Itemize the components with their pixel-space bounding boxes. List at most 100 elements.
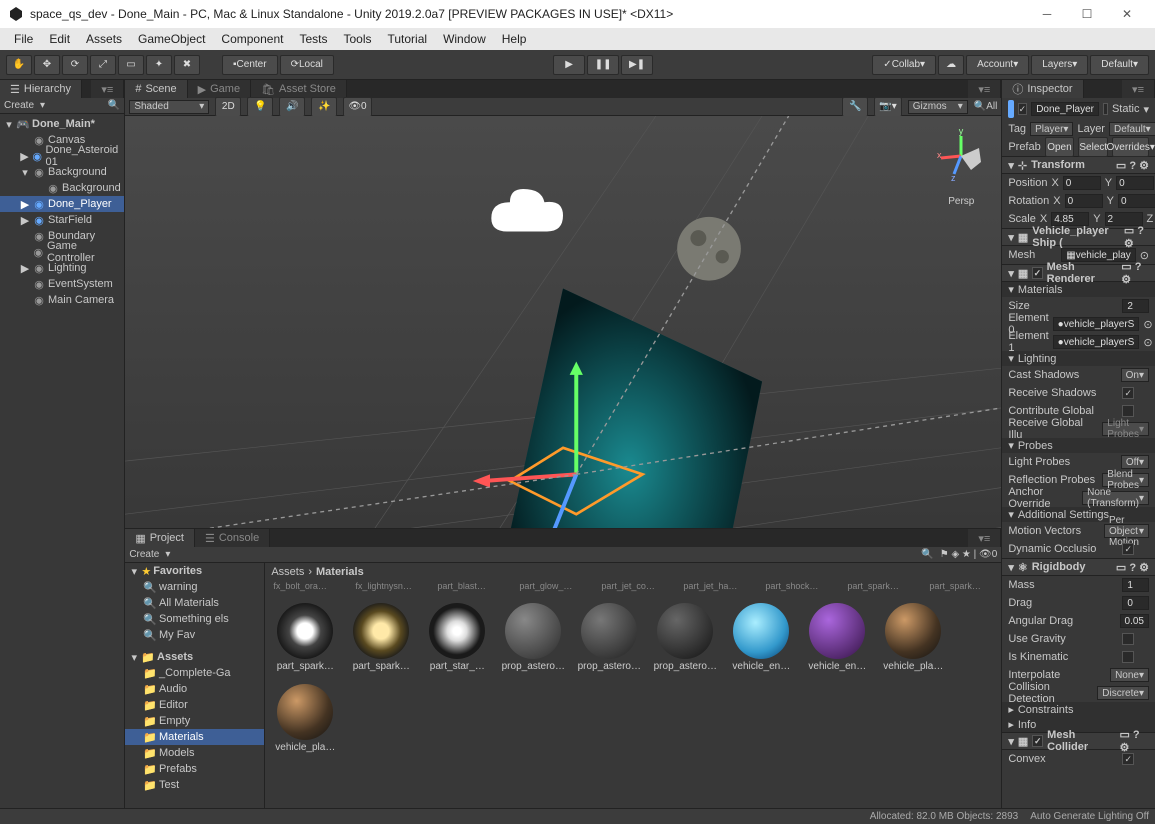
pos-y[interactable] — [1116, 176, 1154, 190]
folder-item[interactable]: 📁Prefabs — [125, 761, 264, 777]
asset-thumb[interactable]: prop_astero… — [653, 603, 717, 672]
scene-visibility-icon[interactable]: 👁0 — [343, 97, 371, 117]
asset-thumb[interactable]: prop_astero… — [501, 603, 565, 672]
scale-x[interactable] — [1051, 212, 1089, 226]
rotate-tool[interactable]: ⟳ — [62, 55, 88, 75]
menu-component[interactable]: Component — [213, 30, 291, 48]
transform-tool[interactable]: ✦ — [146, 55, 172, 75]
hierarchy-item[interactable]: ▶◉Done_Player — [0, 196, 124, 212]
hierarchy-item[interactable]: ◉Game Controller — [0, 244, 124, 260]
pivot-local-toggle[interactable]: ⟳ Local — [280, 55, 334, 75]
asset-thumb[interactable]: prop_astero… — [577, 603, 641, 672]
folder-item[interactable]: 📁_Complete-Ga — [125, 665, 264, 681]
rect-tool[interactable]: ▭ — [118, 55, 144, 75]
shading-mode[interactable]: Shaded▾ — [129, 100, 209, 114]
sec-lighting[interactable]: ▾Lighting — [1002, 351, 1155, 366]
favorite-item[interactable]: 🔍My Fav — [125, 627, 264, 643]
custom-tool[interactable]: ✖ — [174, 55, 200, 75]
project-search-icon[interactable]: 🔍 — [921, 549, 933, 560]
cloud-button[interactable]: ☁ — [938, 55, 964, 75]
inspector-tab[interactable]: ⓘ Inspector — [1002, 80, 1083, 98]
light-probes[interactable]: Off▾ — [1121, 455, 1149, 469]
hierarchy-item[interactable]: ◉EventSystem — [0, 276, 124, 292]
contribute-global[interactable] — [1122, 405, 1134, 417]
project-create[interactable]: Create — [129, 549, 159, 560]
layer-dropdown[interactable]: Default▾ — [1109, 122, 1155, 136]
receive-shadows[interactable]: ✓ — [1122, 387, 1134, 399]
scale-tool[interactable]: ⤢ — [90, 55, 116, 75]
angular-drag-field[interactable]: 0.05 — [1120, 614, 1149, 628]
menu-help[interactable]: Help — [494, 30, 535, 48]
asset-thumb[interactable]: part_spark… — [273, 603, 337, 672]
scene-camera-icon[interactable]: 📷▾ — [874, 97, 901, 117]
hierarchy-item[interactable]: ◉Background — [0, 180, 124, 196]
maximize-button[interactable]: ☐ — [1067, 0, 1107, 28]
asset-store-tab[interactable]: 🛍 Asset Store — [251, 80, 347, 98]
menu-assets[interactable]: Assets — [78, 30, 130, 48]
bc-materials[interactable]: Materials — [316, 566, 364, 578]
scene-audio-icon[interactable]: 🔊 — [279, 97, 305, 117]
menu-window[interactable]: Window — [435, 30, 494, 48]
hierarchy-root[interactable]: ▾🎮Done_Main* — [0, 116, 124, 132]
prefab-overrides[interactable]: Overrides ▾ — [1112, 137, 1149, 157]
dynamic-occlusion[interactable]: ✓ — [1122, 543, 1134, 555]
account-dropdown[interactable]: Account ▾ — [966, 55, 1029, 75]
asset-thumb[interactable]: part_star_… — [425, 603, 489, 672]
close-button[interactable]: ✕ — [1107, 0, 1147, 28]
meshcollider-header[interactable]: ▾▦✓Mesh Collider▭ ? ⚙ — [1002, 732, 1155, 750]
bc-assets[interactable]: Assets — [271, 566, 304, 578]
project-tab[interactable]: ▦ Project — [125, 529, 195, 547]
component-menu-icon[interactable]: ▭ ? ⚙ — [1116, 159, 1149, 172]
mass-field[interactable]: 1 — [1122, 578, 1149, 592]
meshfilter-header[interactable]: ▾▦Vehicle_player Ship (▭ ? ⚙ — [1002, 228, 1155, 246]
scene-search[interactable]: 🔍All — [974, 101, 998, 112]
drag-field[interactable]: 0 — [1122, 596, 1149, 610]
hierarchy-item[interactable]: ▾◉Background — [0, 164, 124, 180]
panel-menu[interactable]: ▾≡ — [968, 80, 1001, 98]
scene-lighting-icon[interactable]: 💡 — [247, 97, 273, 117]
element-1[interactable]: ● vehicle_playerS — [1053, 335, 1140, 349]
rot-y[interactable] — [1118, 194, 1155, 208]
favorites-header[interactable]: ▾★Favorites — [125, 563, 264, 579]
favorite-item[interactable]: 🔍Something els — [125, 611, 264, 627]
convex[interactable]: ✓ — [1122, 753, 1134, 765]
scene-viewport[interactable]: yxz Persp — [125, 116, 1001, 528]
menu-file[interactable]: File — [6, 30, 41, 48]
layout-dropdown[interactable]: Default ▾ — [1090, 55, 1149, 75]
minimize-button[interactable]: ─ — [1027, 0, 1067, 28]
game-tab[interactable]: ▶ Game — [188, 80, 251, 98]
asset-thumb[interactable]: vehicle_en… — [729, 603, 793, 672]
folder-item[interactable]: 📁Test — [125, 777, 264, 793]
asset-thumb[interactable]: vehicle_pla… — [273, 684, 337, 753]
asset-thumb[interactable]: part_spark… — [349, 603, 413, 672]
menu-edit[interactable]: Edit — [41, 30, 78, 48]
hierarchy-tab[interactable]: ☰ Hierarchy — [0, 80, 82, 98]
console-tab[interactable]: ☰ Console — [195, 529, 270, 547]
folder-item[interactable]: 📁Audio — [125, 681, 264, 697]
active-checkbox[interactable]: ✓ — [1018, 103, 1028, 115]
favorite-item[interactable]: 🔍warning — [125, 579, 264, 595]
hierarchy-item[interactable]: ▶◉Done_Asteroid 01 — [0, 148, 124, 164]
folder-item[interactable]: 📁Materials — [125, 729, 264, 745]
panel-menu[interactable]: ▾≡ — [968, 529, 1001, 547]
scene-tab[interactable]: # Scene — [125, 80, 187, 98]
panel-menu[interactable]: ▾≡ — [91, 80, 124, 98]
hierarchy-search-icon[interactable]: 🔍 — [108, 100, 120, 111]
reflection-probes[interactable]: Blend Probes▾ — [1102, 473, 1149, 487]
orientation-gizmo[interactable]: yxz Persp — [931, 126, 991, 196]
menu-gameobject[interactable]: GameObject — [130, 30, 213, 48]
motion-vectors[interactable]: Per Object Motion▾ — [1104, 524, 1149, 538]
scene-fx-icon[interactable]: ✨ — [311, 97, 337, 117]
gizmos-dropdown[interactable]: Gizmos▾ — [908, 100, 968, 114]
collab-dropdown[interactable]: ✓ Collab ▾ — [872, 55, 936, 75]
pos-x[interactable] — [1063, 176, 1101, 190]
element-0[interactable]: ● vehicle_playerS — [1053, 317, 1140, 331]
folder-item[interactable]: 📁Editor — [125, 697, 264, 713]
cast-shadows[interactable]: On▾ — [1121, 368, 1149, 382]
collision-detection[interactable]: Discrete▾ — [1097, 686, 1149, 700]
hand-tool[interactable]: ✋ — [6, 55, 32, 75]
meshrenderer-header[interactable]: ▾▦✓Mesh Renderer▭ ? ⚙ — [1002, 264, 1155, 282]
assets-header[interactable]: ▾📁Assets — [125, 649, 264, 665]
prefab-open[interactable]: Open — [1045, 137, 1074, 157]
hierarchy-item[interactable]: ◉Main Camera — [0, 292, 124, 308]
